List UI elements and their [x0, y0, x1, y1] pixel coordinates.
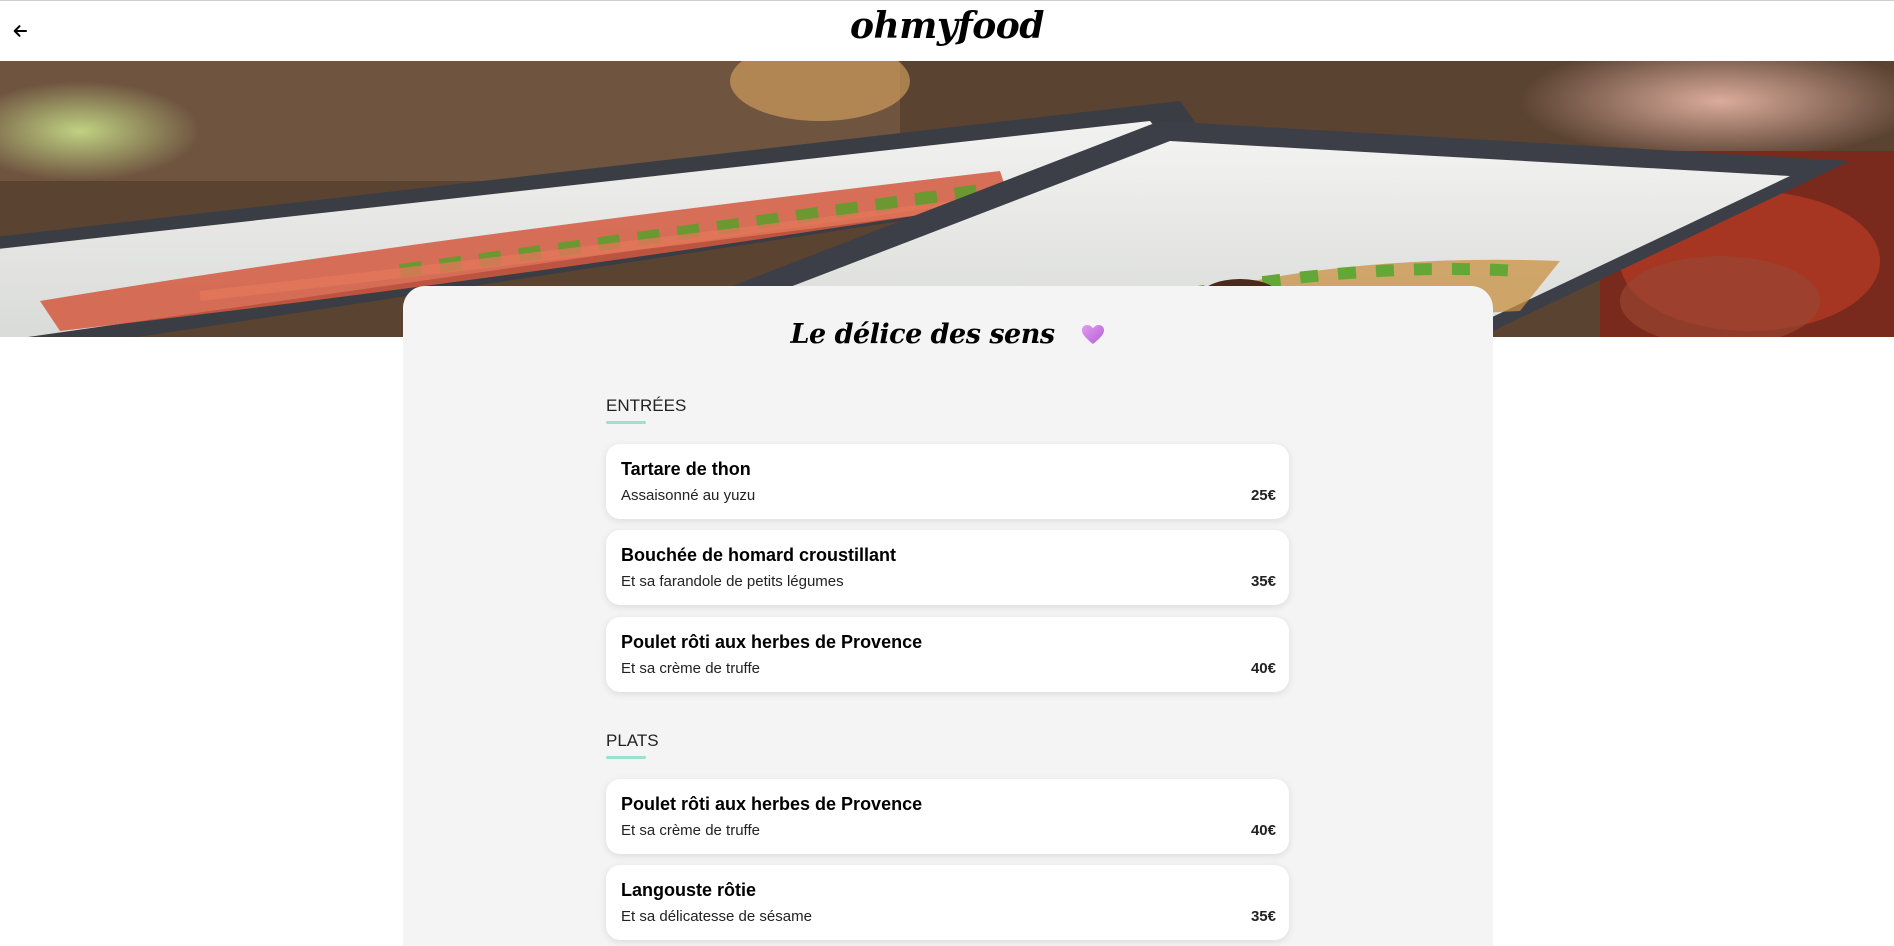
section-title-entrees: ENTRÉES [606, 396, 687, 424]
dish-name: Langouste rôtie [621, 880, 757, 900]
dish-card[interactable]: Langouste rôtie Et sa délicatesse de sés… [606, 865, 1289, 940]
dish-name: Poulet rôti aux herbes de Provence [621, 794, 923, 814]
dish-card[interactable]: Poulet rôti aux herbes de Provence Et sa… [606, 617, 1289, 692]
dish-card[interactable]: Poulet rôti aux herbes de Provence Et sa… [606, 779, 1289, 854]
restaurant-title-row: Le délice des sens [403, 319, 1493, 352]
dish-price: 25€ [1250, 487, 1276, 504]
restaurant-card: Le délice des sens ENTRÉES Tartare de th… [403, 286, 1493, 946]
dish-card[interactable]: Bouchée de homard croustillant Et sa far… [606, 530, 1289, 605]
back-button[interactable] [10, 21, 30, 41]
dish-name: Bouchée de homard croustillant [621, 545, 897, 565]
top-bar: ohmyfood [0, 0, 1894, 61]
dish-name: Tartare de thon [621, 459, 751, 479]
dish-card[interactable]: Tartare de thon Assaisonné au yuzu 25€ [606, 444, 1289, 519]
arrow-left-icon [13, 25, 27, 37]
dish-description: Assaisonné au yuzu [621, 487, 756, 504]
dish-price: 40€ [1250, 660, 1276, 677]
brand-logo[interactable]: ohmyfood [850, 5, 1044, 47]
dish-description: Et sa délicatesse de sésame [621, 908, 812, 925]
dish-price: 35€ [1250, 573, 1276, 590]
dish-description: Et sa farandole de petits légumes [621, 573, 844, 590]
dish-price: 40€ [1250, 822, 1276, 839]
dish-description: Et sa crème de truffe [621, 660, 760, 677]
heart-icon[interactable] [1081, 321, 1105, 352]
dish-description: Et sa crème de truffe [621, 822, 760, 839]
section-title-plats: PLATS [606, 731, 659, 759]
dish-name: Poulet rôti aux herbes de Provence [621, 632, 923, 652]
dish-price: 35€ [1250, 908, 1276, 925]
restaurant-name: Le délice des sens [790, 319, 1056, 350]
